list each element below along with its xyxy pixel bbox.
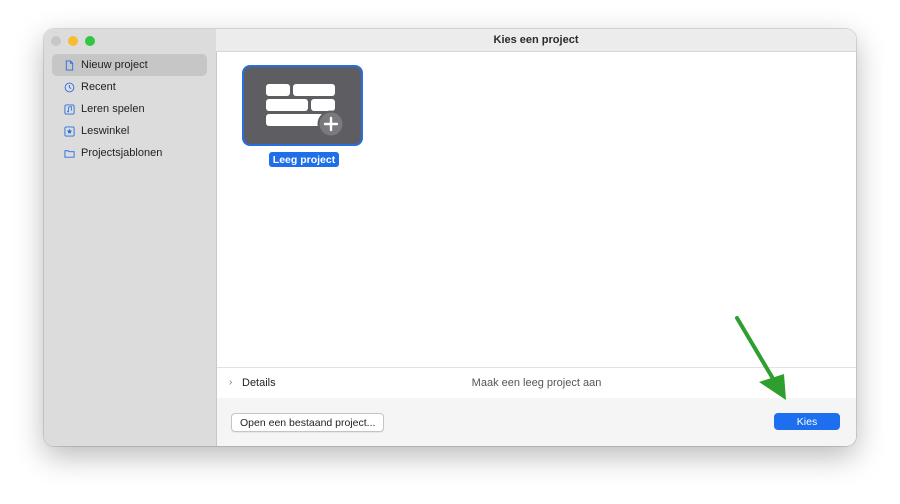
template-grid: Leeg project (217, 52, 856, 367)
details-bar: › Details Maak een leeg project aan (217, 367, 856, 399)
sidebar-item-recent[interactable]: Recent (52, 76, 207, 98)
document-icon (64, 59, 75, 71)
zoom-window-button[interactable] (85, 36, 95, 46)
sidebar-list: Nieuw project Recent Leren spelen Leswin… (52, 54, 207, 164)
folder-icon (64, 148, 75, 159)
sidebar: Nieuw project Recent Leren spelen Leswin… (44, 29, 217, 446)
footer: Open een bestaand project... Kies (217, 398, 856, 446)
empty-project-icon (266, 84, 345, 138)
open-existing-project-button[interactable]: Open een bestaand project... (231, 413, 385, 432)
sidebar-item-label: Nieuw project (81, 59, 148, 71)
template-label: Leeg project (269, 152, 339, 167)
choose-button[interactable]: Kies (774, 413, 840, 430)
project-chooser-window: Nieuw project Recent Leren spelen Leswin… (44, 29, 856, 446)
star-icon (64, 125, 75, 137)
sidebar-item-leswinkel[interactable]: Leswinkel (52, 120, 207, 142)
music-note-icon (64, 103, 75, 115)
sidebar-item-label: Leswinkel (81, 125, 130, 137)
details-description: Maak een leeg project aan (471, 377, 602, 389)
window-title: Kies een project (216, 29, 856, 52)
sidebar-item-nieuw-project[interactable]: Nieuw project (52, 54, 207, 76)
minimize-window-button[interactable] (68, 36, 78, 46)
close-window-button[interactable] (51, 36, 61, 46)
window-controls (51, 36, 95, 46)
sidebar-item-projectsjablonen[interactable]: Projectsjablonen (52, 142, 207, 164)
sidebar-item-leren-spelen[interactable]: Leren spelen (52, 98, 207, 120)
sidebar-item-label: Projectsjablonen (81, 147, 163, 159)
sidebar-item-label: Leren spelen (81, 103, 145, 115)
template-tile-leeg-project[interactable] (244, 67, 361, 144)
sidebar-item-label: Recent (81, 81, 116, 93)
clock-icon (64, 82, 75, 93)
